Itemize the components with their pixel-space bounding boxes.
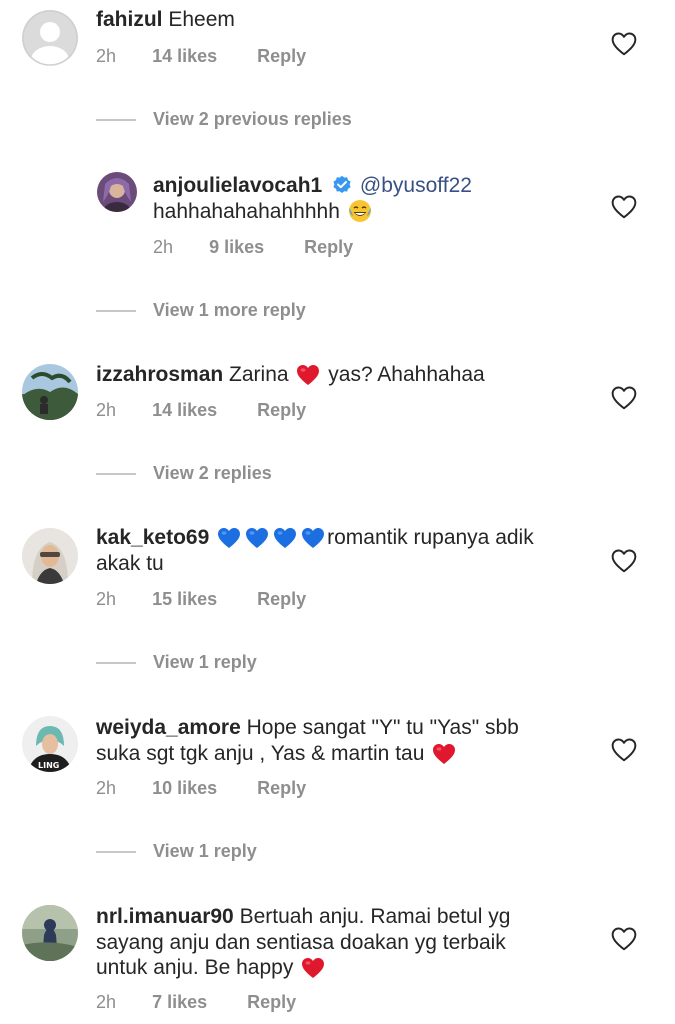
view-replies-label[interactable]: View 2 replies bbox=[153, 463, 272, 484]
comment-text-line-2: sayang anju dan sentiasa doakan yg terba… bbox=[96, 930, 506, 956]
likes-count[interactable]: 7 likes bbox=[152, 992, 207, 1013]
avatar[interactable] bbox=[22, 905, 78, 961]
svg-text:LING: LING bbox=[38, 761, 59, 770]
blue-heart-emoji bbox=[301, 527, 325, 551]
comment-text-2: suka sgt tgk anju , Yas & martin tau bbox=[96, 742, 425, 765]
username[interactable]: izzahrosman bbox=[96, 363, 223, 386]
reply-text-line: hahhahahahahhhhh bbox=[153, 199, 374, 225]
view-replies[interactable]: View 2 replies bbox=[96, 463, 272, 484]
avatar[interactable] bbox=[22, 10, 78, 66]
username[interactable]: anjoulielavocah1 bbox=[153, 174, 322, 197]
comment-text-2: sayang anju dan sentiasa doakan yg terba… bbox=[96, 931, 506, 954]
comment-body: nrl.imanuar90 Bertuah anju. Ramai betul … bbox=[96, 904, 510, 930]
blue-heart-emoji bbox=[273, 527, 297, 551]
timestamp: 2h bbox=[96, 778, 117, 798]
view-more-reply[interactable]: View 1 more reply bbox=[96, 300, 306, 321]
username[interactable]: weiyda_amore bbox=[96, 716, 241, 739]
red-heart-emoji bbox=[296, 364, 320, 388]
username[interactable]: fahizul bbox=[96, 8, 163, 31]
divider bbox=[96, 850, 136, 853]
comment-text-2: yas? Ahahhahaa bbox=[328, 363, 485, 386]
red-heart-emoji bbox=[301, 957, 325, 981]
divider bbox=[96, 309, 136, 312]
timestamp: 2h bbox=[96, 46, 117, 66]
red-heart-emoji bbox=[432, 743, 456, 767]
heart-outline-icon[interactable] bbox=[611, 738, 637, 762]
tears-of-joy-emoji bbox=[348, 199, 372, 223]
comment-text: romantik rupanya adik bbox=[327, 526, 534, 549]
blue-heart-emoji bbox=[245, 527, 269, 551]
divider bbox=[96, 118, 136, 121]
comment-body: kak_keto69 romantik rupanya adik bbox=[96, 525, 534, 551]
comment-body: izzahrosman Zarina yas? Ahahhahaa bbox=[96, 362, 485, 388]
comment-text-line-2: akak tu bbox=[96, 551, 164, 577]
comment-meta: 2h 14 likes Reply bbox=[96, 46, 306, 67]
view-previous-label[interactable]: View 2 previous replies bbox=[153, 109, 352, 130]
comment-text-3: untuk anju. Be happy bbox=[96, 956, 294, 979]
likes-count[interactable]: 14 likes bbox=[152, 400, 217, 421]
comment-text: Bertuah anju. Ramai betul yg bbox=[239, 905, 511, 928]
blue-heart-emoji bbox=[217, 527, 241, 551]
view-reply-1[interactable]: View 1 reply bbox=[96, 652, 257, 673]
comment-meta: 2h 10 likes Reply bbox=[96, 778, 306, 799]
reply-body: anjoulielavocah1 @byusoff22 bbox=[153, 173, 472, 199]
comment-text: hahhahahahahhhhh bbox=[153, 200, 340, 223]
comment-meta: 2h 14 likes Reply bbox=[96, 400, 306, 421]
username[interactable]: kak_keto69 bbox=[96, 526, 209, 549]
avatar[interactable] bbox=[22, 364, 78, 420]
reply-button[interactable]: Reply bbox=[257, 778, 306, 799]
reply-button[interactable]: Reply bbox=[257, 589, 306, 610]
reply-button[interactable]: Reply bbox=[257, 46, 306, 67]
heart-outline-icon[interactable] bbox=[611, 927, 637, 951]
reply-button[interactable]: Reply bbox=[304, 237, 353, 258]
divider bbox=[96, 661, 136, 664]
likes-count[interactable]: 10 likes bbox=[152, 778, 217, 799]
divider bbox=[96, 472, 136, 475]
reply-meta: 2h 9 likes Reply bbox=[153, 237, 353, 258]
comment-body: fahizul Eheem bbox=[96, 7, 235, 33]
likes-count[interactable]: 14 likes bbox=[152, 46, 217, 67]
comment-text: Zarina bbox=[229, 363, 289, 386]
likes-count[interactable]: 9 likes bbox=[209, 237, 264, 258]
avatar[interactable] bbox=[22, 528, 78, 584]
view-reply-label[interactable]: View 1 reply bbox=[153, 841, 257, 862]
comment-text-line-2: suka sgt tgk anju , Yas & martin tau bbox=[96, 741, 458, 767]
heart-outline-icon[interactable] bbox=[611, 386, 637, 410]
likes-count[interactable]: 15 likes bbox=[152, 589, 217, 610]
timestamp: 2h bbox=[153, 237, 174, 257]
reply-button[interactable]: Reply bbox=[257, 400, 306, 421]
avatar[interactable]: LING bbox=[22, 716, 78, 772]
view-reply-2[interactable]: View 1 reply bbox=[96, 841, 257, 862]
comment-meta: 2h 15 likes Reply bbox=[96, 589, 306, 610]
avatar[interactable] bbox=[97, 172, 137, 212]
comment-text: Eheem bbox=[168, 8, 235, 31]
view-previous-replies[interactable]: View 2 previous replies bbox=[96, 109, 352, 130]
view-more-label[interactable]: View 1 more reply bbox=[153, 300, 306, 321]
mention-link[interactable]: @byusoff22 bbox=[360, 174, 472, 197]
username[interactable]: nrl.imanuar90 bbox=[96, 905, 234, 928]
timestamp: 2h bbox=[96, 992, 117, 1012]
timestamp: 2h bbox=[96, 400, 117, 420]
comment-body: weiyda_amore Hope sangat "Y" tu "Yas" sb… bbox=[96, 715, 519, 741]
heart-outline-icon[interactable] bbox=[611, 549, 637, 573]
comment-text-line-3: untuk anju. Be happy bbox=[96, 955, 327, 981]
comment-meta: 2h 7 likes Reply bbox=[96, 992, 296, 1013]
heart-outline-icon[interactable] bbox=[611, 32, 637, 56]
comment-text-2: akak tu bbox=[96, 552, 164, 575]
comment-text: Hope sangat "Y" tu "Yas" sbb bbox=[246, 716, 519, 739]
reply-button[interactable]: Reply bbox=[247, 992, 296, 1013]
verified-badge-icon bbox=[332, 175, 352, 195]
heart-outline-icon[interactable] bbox=[611, 195, 637, 219]
timestamp: 2h bbox=[96, 589, 117, 609]
view-reply-label[interactable]: View 1 reply bbox=[153, 652, 257, 673]
